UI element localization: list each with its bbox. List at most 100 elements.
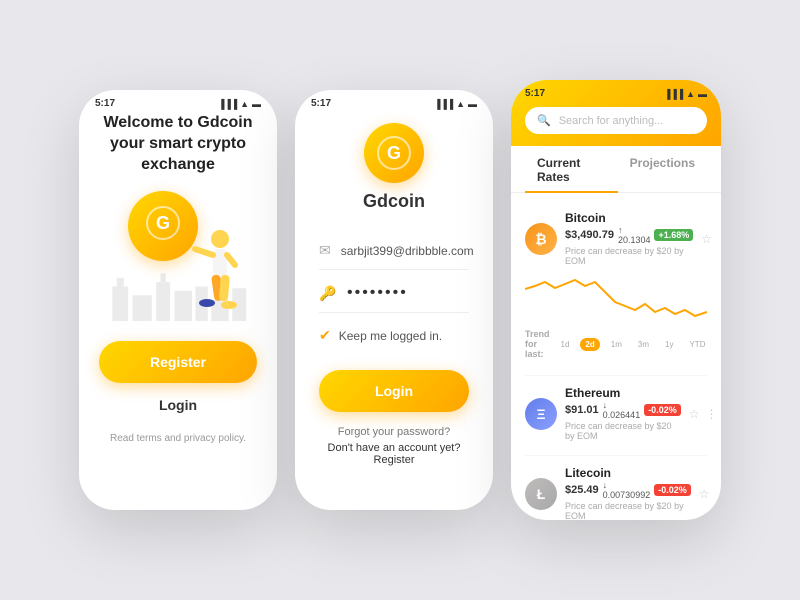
ethereum-card: Ξ Ethereum $91.01 ↓ 0.026441 -0.02% Pric… bbox=[525, 376, 707, 456]
ethereum-name: Ethereum bbox=[565, 386, 681, 400]
no-account-text[interactable]: Don't have an account yet? Register bbox=[319, 442, 469, 466]
time-1: 5:17 bbox=[95, 98, 115, 109]
trend-1y[interactable]: 1y bbox=[660, 338, 678, 351]
bitcoin-price-row: $3,490.79 ↑ 20.1304 +1.68% bbox=[565, 225, 693, 245]
litecoin-price-row: $25.49 ↓ 0.00730992 -0.02% bbox=[565, 480, 691, 500]
bitcoin-icon: ₿ bbox=[525, 223, 557, 255]
status-bar-2: 5:17 ▐▐▐ ▲ ▬ bbox=[295, 90, 493, 113]
search-bar[interactable]: 🔍 Search for anything... bbox=[525, 107, 707, 134]
phone-welcome: 5:17 ▐▐▐ ▲ ▬ Welcome to Gdcoin your smar… bbox=[79, 90, 277, 510]
ethereum-top: Ξ Ethereum $91.01 ↓ 0.026441 -0.02% Pric… bbox=[525, 386, 707, 441]
password-field[interactable]: 🔑 •••••••• bbox=[319, 274, 469, 313]
ethereum-badge: -0.02% bbox=[644, 404, 681, 416]
login-link[interactable]: Login bbox=[99, 397, 257, 413]
figure-illustration bbox=[185, 221, 240, 321]
check-icon[interactable]: ✔ bbox=[319, 327, 331, 344]
trend-3m[interactable]: 3m bbox=[633, 338, 654, 351]
ethereum-sub: Price can decrease by $20 by EOM bbox=[565, 421, 681, 441]
bitcoin-info: Bitcoin $3,490.79 ↑ 20.1304 +1.68% Price… bbox=[565, 211, 693, 266]
tab-projections[interactable]: Projections bbox=[618, 146, 707, 192]
keep-logged-row: ✔ Keep me logged in. bbox=[319, 317, 469, 354]
litecoin-change: ↓ 0.00730992 bbox=[603, 480, 651, 500]
litecoin-sub: Price can decrease by $20 by EOM bbox=[565, 501, 691, 520]
litecoin-top: Ł Litecoin $25.49 ↓ 0.00730992 -0.02% Pr… bbox=[525, 466, 707, 520]
bitcoin-top: ₿ Bitcoin $3,490.79 ↑ 20.1304 +1.68% Pri… bbox=[525, 211, 707, 266]
status-icons-1: ▐▐▐ ▲ ▬ bbox=[218, 99, 261, 109]
litecoin-price: $25.49 bbox=[565, 484, 599, 496]
forgot-password-text[interactable]: Forgot your password? bbox=[319, 426, 469, 438]
status-icons-2: ▐▐▐ ▲ ▬ bbox=[434, 99, 477, 109]
email-field[interactable]: ✉ sarbjit399@dribbble.com bbox=[319, 232, 469, 270]
litecoin-card: Ł Litecoin $25.49 ↓ 0.00730992 -0.02% Pr… bbox=[525, 456, 707, 520]
litecoin-badge: -0.02% bbox=[654, 484, 691, 496]
signal-icon-2: ▐▐▐ bbox=[434, 99, 453, 109]
tabs-row: Current Rates Projections bbox=[511, 146, 721, 193]
login-button[interactable]: Login bbox=[319, 370, 469, 412]
ethereum-price: $91.01 bbox=[565, 404, 599, 416]
ethereum-change: ↓ 0.026441 bbox=[603, 400, 641, 420]
trend-1d[interactable]: 1d bbox=[556, 338, 575, 351]
phones-container: 5:17 ▐▐▐ ▲ ▬ Welcome to Gdcoin your smar… bbox=[79, 80, 721, 520]
ethereum-price-row: $91.01 ↓ 0.026441 -0.02% bbox=[565, 400, 681, 420]
bitcoin-star-icon[interactable]: ☆ bbox=[701, 232, 712, 246]
signal-icon: ▐▐▐ bbox=[218, 99, 237, 109]
litecoin-more-icon[interactable]: ⋮ bbox=[716, 487, 722, 501]
keep-logged-label: Keep me logged in. bbox=[339, 329, 442, 343]
gdcoin-logo: G bbox=[364, 123, 424, 183]
trend-label: Trend for last: bbox=[525, 329, 550, 359]
time-2: 5:17 bbox=[311, 98, 331, 109]
battery-icon-2: ▬ bbox=[468, 99, 477, 109]
bitcoin-actions: ☆ ⋮ bbox=[701, 232, 721, 246]
ethereum-icon: Ξ bbox=[525, 398, 557, 430]
signal-icon-3: ▐▐▐ bbox=[664, 89, 683, 99]
bitcoin-name: Bitcoin bbox=[565, 211, 693, 225]
lock-icon: 🔑 bbox=[319, 285, 337, 302]
status-icons-3: ▐▐▐ ▲ ▬ bbox=[664, 89, 707, 99]
bitcoin-sub: Price can decrease by $20 by EOM bbox=[565, 246, 693, 266]
bitcoin-price: $3,490.79 bbox=[565, 229, 614, 241]
litecoin-actions: ☆ ⋮ bbox=[699, 487, 721, 501]
ethereum-more-icon[interactable]: ⋮ bbox=[705, 407, 717, 421]
gdcoin-logo-svg: G bbox=[376, 135, 412, 171]
terms-text: Read terms and privacy policy. bbox=[99, 433, 257, 444]
crypto-list: ₿ Bitcoin $3,490.79 ↑ 20.1304 +1.68% Pri… bbox=[511, 193, 721, 520]
wifi-icon-2: ▲ bbox=[456, 99, 465, 109]
litecoin-star-icon[interactable]: ☆ bbox=[699, 487, 710, 501]
time-3: 5:17 bbox=[525, 88, 545, 99]
email-icon: ✉ bbox=[319, 242, 331, 259]
login-content: G Gdcoin ✉ sarbjit399@dribbble.com 🔑 •••… bbox=[295, 113, 493, 466]
wifi-icon-3: ▲ bbox=[686, 89, 695, 99]
bitcoin-change: ↑ 20.1304 bbox=[618, 225, 651, 245]
status-bar-3: 5:17 ▐▐▐ ▲ ▬ bbox=[525, 80, 707, 103]
svg-text:G: G bbox=[156, 213, 170, 233]
register-button[interactable]: Register bbox=[99, 341, 257, 383]
bitcoin-chart: Trend for last: 1d 2d 1m 3m 1y YTD bbox=[525, 270, 707, 365]
trend-ytd[interactable]: YTD bbox=[684, 338, 710, 351]
gdcoin-logo-container: G Gdcoin bbox=[319, 123, 469, 212]
tab-current-rates[interactable]: Current Rates bbox=[525, 146, 618, 192]
person-svg bbox=[185, 221, 240, 316]
search-placeholder: Search for anything... bbox=[559, 115, 664, 127]
ethereum-actions: ☆ ⋮ bbox=[689, 407, 718, 421]
phone-dashboard: 5:17 ▐▐▐ ▲ ▬ 🔍 Search for anything... Cu… bbox=[511, 80, 721, 520]
svg-text:G: G bbox=[387, 143, 401, 163]
welcome-content: Welcome to Gdcoin your smart crypto exch… bbox=[79, 113, 277, 444]
battery-icon: ▬ bbox=[252, 99, 261, 109]
trend-1m[interactable]: 1m bbox=[606, 338, 627, 351]
coin-symbol-welcome: G bbox=[145, 205, 181, 248]
bitcoin-card: ₿ Bitcoin $3,490.79 ↑ 20.1304 +1.68% Pri… bbox=[525, 201, 707, 376]
ethereum-star-icon[interactable]: ☆ bbox=[689, 407, 700, 421]
bitcoin-more-icon[interactable]: ⋮ bbox=[718, 232, 721, 246]
status-bar-1: 5:17 ▐▐▐ ▲ ▬ bbox=[79, 90, 277, 113]
trend-2d[interactable]: 2d bbox=[580, 338, 599, 351]
litecoin-icon: Ł bbox=[525, 478, 557, 510]
email-value: sarbjit399@dribbble.com bbox=[341, 244, 474, 258]
dashboard-header: 5:17 ▐▐▐ ▲ ▬ 🔍 Search for anything... bbox=[511, 80, 721, 146]
welcome-title: Welcome to Gdcoin your smart crypto exch… bbox=[99, 113, 257, 175]
litecoin-name: Litecoin bbox=[565, 466, 691, 480]
bitcoin-badge: +1.68% bbox=[654, 229, 693, 241]
battery-icon-3: ▬ bbox=[698, 89, 707, 99]
welcome-illustration: G bbox=[108, 191, 248, 321]
password-dots: •••••••• bbox=[347, 284, 408, 302]
ethereum-info: Ethereum $91.01 ↓ 0.026441 -0.02% Price … bbox=[565, 386, 681, 441]
